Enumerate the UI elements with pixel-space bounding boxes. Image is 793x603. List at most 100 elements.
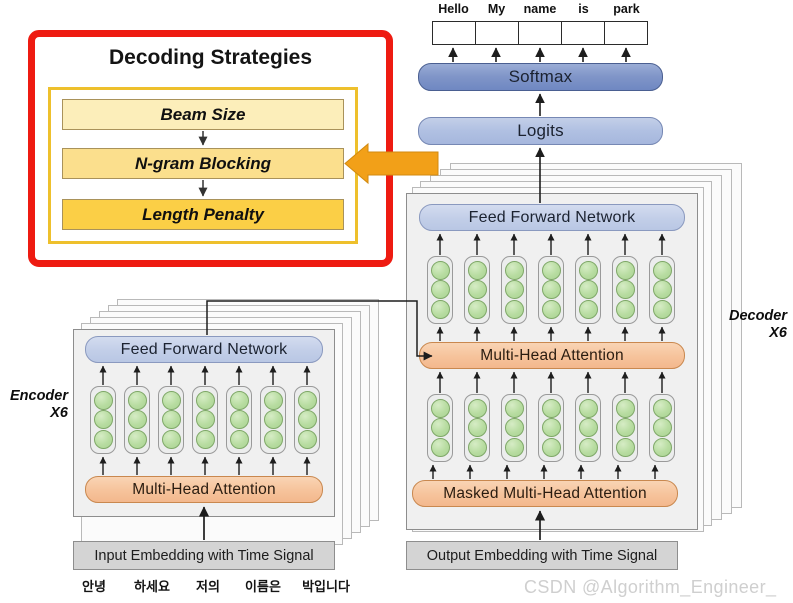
neuron (504, 299, 524, 319)
decoding-strategies-title: Decoding Strategies (108, 46, 313, 69)
input-embedding-block: Input Embedding with Time Signal (73, 541, 335, 570)
neuron (161, 429, 181, 449)
output-token-label: name (523, 2, 557, 16)
watermark-text: CSDN @Algorithm_Engineer_ (524, 577, 777, 597)
neuron (578, 261, 598, 281)
neuron (430, 399, 450, 419)
neuron (430, 261, 450, 281)
beam-size-item[interactable]: Beam Size (62, 99, 344, 130)
neuron (504, 437, 524, 457)
neuron (195, 410, 215, 430)
decoder-cross-attention-block: Multi-Head Attention (419, 342, 685, 369)
logits-block: Logits (418, 117, 663, 145)
neuron-column (192, 386, 218, 454)
neuron (467, 418, 487, 438)
neuron (541, 437, 561, 457)
neuron (195, 391, 215, 411)
neuron (93, 410, 113, 430)
neuron-column (501, 256, 527, 324)
neuron (578, 399, 598, 419)
softmax-to-tokens-arrows (448, 47, 631, 62)
neuron (578, 418, 598, 438)
neuron (652, 437, 672, 457)
diagram-canvas: Hello My name is park Softmax Logits Fee… (0, 0, 793, 603)
output-token-box (562, 22, 605, 44)
neuron-column (501, 394, 527, 462)
neuron-column (124, 386, 150, 454)
neuron (127, 391, 147, 411)
neuron (229, 410, 249, 430)
input-token-label: 안녕 (82, 579, 106, 594)
neuron (541, 399, 561, 419)
neuron-column (226, 386, 252, 454)
neuron-column (464, 256, 490, 324)
neuron-column (538, 256, 564, 324)
encoder-attention-block: Multi-Head Attention (85, 476, 323, 503)
neuron (127, 410, 147, 430)
output-token-boxes (432, 21, 648, 45)
output-token-box (476, 22, 519, 44)
output-token-box (605, 22, 647, 44)
neuron-column (427, 256, 453, 324)
neuron (467, 399, 487, 419)
input-token-label: 박입니다 (302, 579, 350, 594)
decoder-masked-attention-block: Masked Multi-Head Attention (412, 480, 678, 507)
input-token-label: 하세요 (134, 579, 170, 594)
neuron (541, 299, 561, 319)
neuron (541, 418, 561, 438)
neuron (615, 437, 635, 457)
neuron-column (260, 386, 286, 454)
neuron (127, 429, 147, 449)
neuron (652, 280, 672, 300)
neuron (652, 299, 672, 319)
neuron-column (464, 394, 490, 462)
neuron (161, 391, 181, 411)
neuron-column (90, 386, 116, 454)
neuron-column (612, 394, 638, 462)
output-token-label: is (578, 2, 589, 16)
neuron (652, 399, 672, 419)
neuron (504, 418, 524, 438)
neuron (578, 437, 598, 457)
decoder-ffn-block: Feed Forward Network (419, 204, 685, 231)
neuron (578, 280, 598, 300)
neuron (263, 410, 283, 430)
neuron (504, 280, 524, 300)
neuron (615, 261, 635, 281)
neuron (161, 410, 181, 430)
decoder-label-line2: X6 (769, 325, 787, 342)
decoder-stack-label: Decoder X6 (707, 308, 787, 342)
neuron (615, 299, 635, 319)
neuron (652, 261, 672, 281)
neuron (430, 418, 450, 438)
encoder-stack-label: Encoder X6 (2, 388, 68, 422)
neuron (93, 429, 113, 449)
neuron-column (612, 256, 638, 324)
output-token-label: My (487, 2, 506, 16)
neuron-column (649, 394, 675, 462)
output-token-label: park (613, 2, 640, 16)
neuron (615, 418, 635, 438)
neuron (297, 391, 317, 411)
length-penalty-item[interactable]: Length Penalty (62, 199, 344, 230)
neuron (541, 261, 561, 281)
output-token-box (433, 22, 476, 44)
encoder-label-line2: X6 (50, 405, 68, 422)
softmax-block: Softmax (418, 63, 663, 91)
neuron-column (575, 256, 601, 324)
neuron (263, 429, 283, 449)
neuron (615, 399, 635, 419)
input-token-label: 저의 (196, 579, 220, 594)
encoder-label-line1: Encoder (9, 388, 68, 404)
neuron (430, 299, 450, 319)
ngram-blocking-item[interactable]: N-gram Blocking (62, 148, 344, 179)
neuron (229, 429, 249, 449)
neuron (467, 437, 487, 457)
neuron (504, 261, 524, 281)
neuron-column (427, 394, 453, 462)
neuron (504, 399, 524, 419)
output-token-label: Hello (438, 2, 469, 16)
neuron-column (294, 386, 320, 454)
neuron (93, 391, 113, 411)
neuron (467, 261, 487, 281)
